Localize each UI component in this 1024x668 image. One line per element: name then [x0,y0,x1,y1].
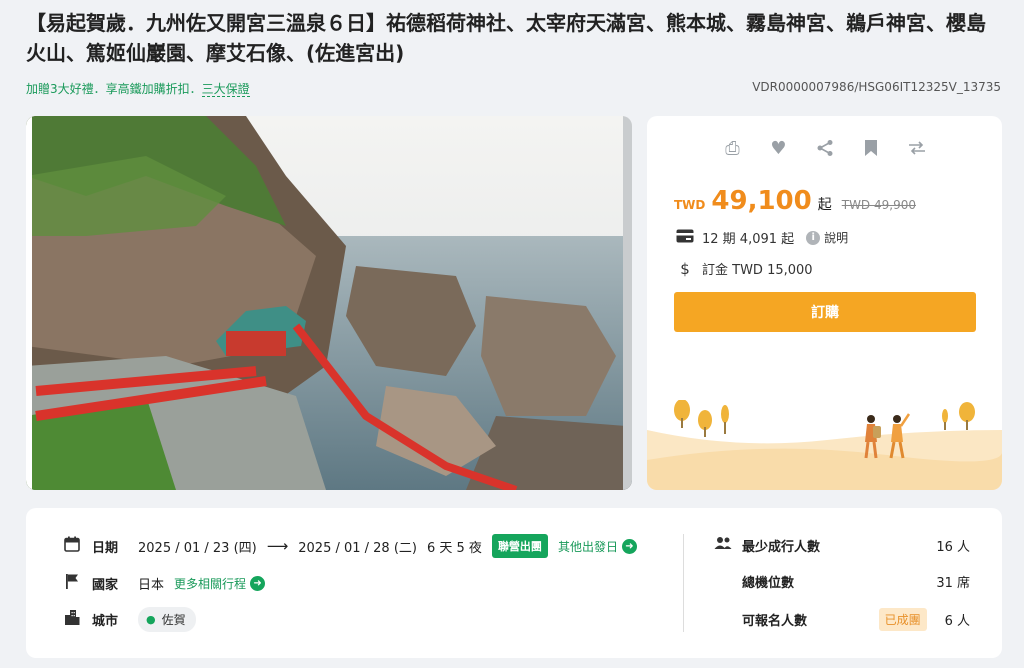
explain-link[interactable]: i 說明 [806,229,848,246]
shrine-cliff-image [26,116,632,490]
building-icon [62,609,82,629]
arrow-circle-icon: ➜ [621,538,637,554]
calendar-icon [62,536,82,556]
status-badge: 已成團 [878,607,927,631]
country-label: 國家 [92,577,119,593]
action-icons: ⎙ ♥ [647,138,1002,159]
promo-row: 加贈3大好禮．享高鐵加購折扣．三大保證 VDR0000007986/HSG06I… [26,80,1001,100]
signup-value: 6 人 [944,613,970,629]
arrow-circle-icon: ➜ [250,575,266,591]
date-row: 日期 2025 / 01 / 23 (四) ⟶ 2025 / 01 / 28 (… [62,534,637,558]
price-value: 49,100 [711,186,812,216]
order-button[interactable]: 訂購 [674,292,976,332]
seats-label: 總機位數 [742,575,795,591]
credit-card-icon [674,229,696,247]
divider [683,534,684,632]
trip-info-panel: 日期 2025 / 01 / 23 (四) ⟶ 2025 / 01 / 28 (… [26,508,1002,658]
other-dates-link[interactable]: 其他出發日 ➜ [558,538,637,555]
tour-photo[interactable] [26,116,632,490]
city-row: 城市 ● 佐賀 [62,606,196,632]
country-row: 國家 日本 更多相關行程 ➜ [62,572,266,594]
signup-row: 可報名人數 已成團 6 人 [714,607,970,631]
dollar-icon: $ [680,259,690,278]
explain-label: 說明 [824,231,849,245]
city-value: 佐賀 [161,612,186,627]
price-from: 起 [817,197,832,213]
signup-label: 可報名人數 [742,613,808,629]
seats-row: 總機位數 31 席 [714,570,970,592]
people-icon [714,536,734,554]
related-tours-label: 更多相關行程 [174,576,247,591]
min-group-label: 最少成行人數 [742,539,821,555]
product-code: VDR0000007986/HSG06IT12325V_13735 [752,80,1001,94]
price-row: TWD 49,100 起 TWD 49,900 [674,186,916,216]
print-icon[interactable]: ⎙ [723,138,743,159]
original-price: TWD 49,900 [841,198,916,212]
city-label: 城市 [92,613,119,629]
arrow-right-icon: ⟶ [266,537,289,555]
bookmark-icon[interactable] [861,138,881,158]
start-date: 2025 / 01 / 23 (四) [138,540,257,556]
seats-value: 31 席 [936,575,970,591]
promo-text: 加贈3大好禮．享高鐵加購折扣．三大保證 [26,80,250,97]
promo-prefix: 加贈3大好禮．享高鐵加購折扣． [26,82,202,96]
price-currency: TWD [674,198,706,212]
purchase-panel: ⎙ ♥ TWD 49,100 起 TWD 49,900 12 期 4,091 起… [647,116,1002,490]
location-pin-icon: ● [146,612,156,626]
trip-duration: 6 天 5 夜 [426,540,482,556]
flag-icon [62,573,82,593]
min-group-row: 最少成行人數 16 人 [714,534,970,556]
date-label: 日期 [92,540,119,556]
installment-row: 12 期 4,091 起 i 說明 [674,228,848,247]
joint-tour-tag: 聯營出團 [491,534,548,558]
heart-icon[interactable]: ♥ [769,138,789,159]
city-chip[interactable]: ● 佐賀 [138,606,196,632]
travelers-illustration [647,400,1002,490]
country-value: 日本 [138,577,165,593]
end-date: 2025 / 01 / 28 (二) [298,540,417,556]
other-dates-label: 其他出發日 [557,539,618,554]
share-icon[interactable] [815,138,835,158]
info-icon: i [806,230,821,245]
deposit-row: $ 訂金 TWD 15,000 [674,259,813,279]
related-tours-link[interactable]: 更多相關行程 ➜ [174,575,266,592]
installment-text: 12 期 4,091 起 [702,232,795,247]
guarantee-link[interactable]: 三大保證 [201,82,250,97]
deposit-text: 訂金 TWD 15,000 [702,263,813,278]
page-title: 【易起賀歲．九州佐又開宮三溫泉６日】祐德稻荷神社、太宰府天滿宮、熊本城、霧島神宮… [26,11,986,65]
min-group-value: 16 人 [936,539,970,555]
compare-icon[interactable] [907,138,927,158]
